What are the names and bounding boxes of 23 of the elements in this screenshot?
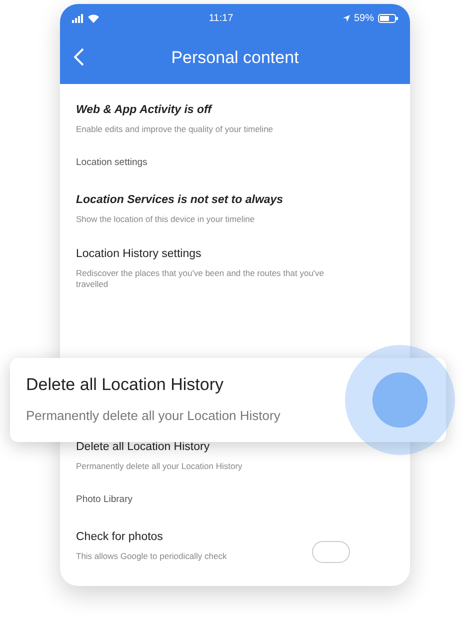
- setting-description: Show the location of this device in your timeline: [76, 214, 255, 226]
- section-label: Location settings: [76, 156, 148, 170]
- setting-description: Rediscover the places that you've been and the routes that you've travelled: [76, 268, 326, 291]
- setting-title[interactable]: Check for photos: [76, 528, 163, 546]
- battery-percentage: 59%: [354, 12, 374, 26]
- location-arrow-icon: [342, 14, 350, 22]
- signal-icon: [72, 14, 84, 22]
- setting-title[interactable]: Location History settings: [76, 246, 202, 263]
- wifi-icon: [88, 14, 99, 22]
- option-title[interactable]: Delete all Location History: [26, 372, 430, 398]
- setting-title[interactable]: Web & App Activity is off: [76, 102, 212, 120]
- setting-title[interactable]: Location Services is not set to always: [76, 192, 284, 210]
- toggle-switch[interactable]: [312, 540, 350, 563]
- option-description: Permanently delete all your Location History: [26, 406, 282, 425]
- setting-description: Enable edits and improve the quality of your timeline: [76, 124, 274, 136]
- clock-time: 11:17: [208, 12, 234, 26]
- setting-description: This allows Google to periodically check: [76, 551, 227, 563]
- section-label: Photo Library: [76, 492, 134, 507]
- back-icon[interactable]: [74, 48, 84, 66]
- battery-icon: [378, 14, 398, 22]
- setting-title[interactable]: Delete all Location History: [76, 438, 210, 456]
- screen-title: Personal content: [171, 47, 299, 70]
- setting-description: Permanently delete all your Location History: [76, 461, 242, 473]
